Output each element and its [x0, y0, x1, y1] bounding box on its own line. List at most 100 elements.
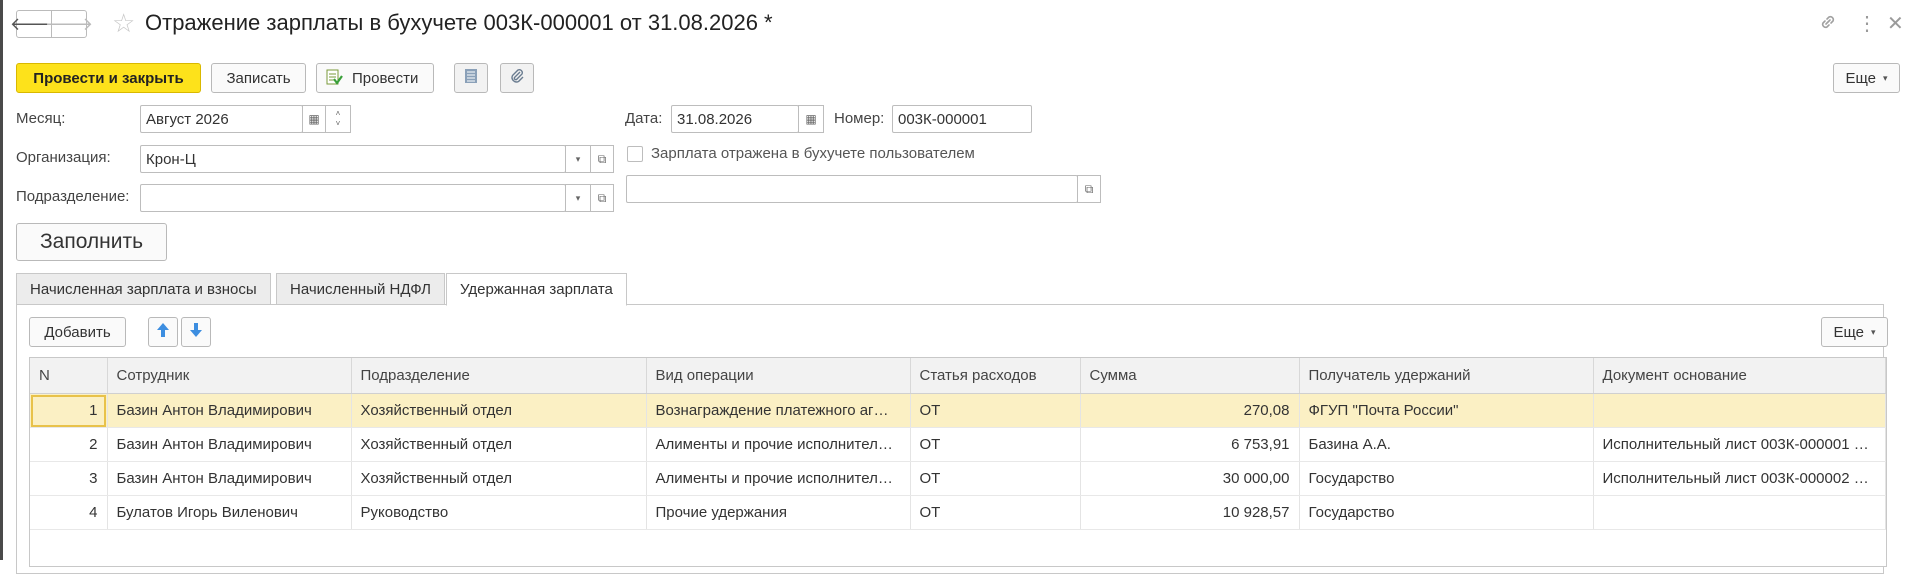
column-header-operation-type[interactable]: Вид операции — [646, 358, 911, 394]
favorite-star-icon[interactable]: ☆ — [112, 9, 135, 37]
column-header-n[interactable]: N — [30, 358, 108, 394]
arrow-down-icon — [189, 322, 203, 342]
more-menu-button[interactable]: Еще ▾ — [1833, 63, 1900, 93]
post-button[interactable]: Провести — [316, 63, 434, 93]
recipient-cell[interactable]: Государство — [1299, 461, 1594, 496]
column-header-basis-document[interactable]: Документ основание — [1593, 358, 1886, 394]
operation-type-cell[interactable]: Алименты и прочие исполнител… — [646, 427, 911, 462]
dropdown-arrow-icon: ▾ — [575, 153, 581, 164]
amount-cell[interactable]: 6 753,91 — [1080, 427, 1300, 462]
list-report-icon — [464, 68, 478, 88]
operation-type-cell[interactable]: Прочие удержания — [646, 495, 911, 530]
posted-by-user-label: Зарплата отражена в бухучете пользовател… — [651, 145, 975, 162]
row-number[interactable]: 4 — [30, 495, 108, 530]
link-icon[interactable] — [1818, 12, 1838, 38]
move-up-button[interactable] — [148, 317, 178, 347]
basis-document-cell[interactable]: Исполнительный лист 003К-000002 … — [1593, 461, 1886, 496]
column-header-department[interactable]: Подразделение — [351, 358, 647, 394]
attachments-button[interactable] — [500, 63, 534, 93]
column-header-amount[interactable]: Сумма — [1080, 358, 1300, 394]
amount-cell[interactable]: 270,08 — [1080, 393, 1300, 428]
month-stepper[interactable]: ˄ ˅ — [325, 105, 351, 133]
report-button[interactable] — [454, 63, 488, 93]
calendar-icon: ▦ — [308, 112, 320, 126]
arrow-right-icon: 🡒 — [44, 13, 94, 34]
window-left-border — [0, 0, 3, 560]
department-label: Подразделение: — [16, 188, 130, 205]
row-number[interactable]: 1 — [30, 393, 108, 428]
tab-withheld-salary[interactable]: Удержанная зарплата — [446, 273, 627, 306]
table-row[interactable]: 1 Базин Антон Владимирович Хозяйственный… — [30, 393, 1886, 428]
date-field[interactable]: 31.08.2026 — [671, 105, 799, 133]
department-cell[interactable]: Хозяйственный отдел — [351, 461, 647, 496]
column-header-expense-item[interactable]: Статья расходов — [910, 358, 1081, 394]
date-label: Дата: — [625, 110, 663, 127]
row-number[interactable]: 3 — [30, 461, 108, 496]
employee-cell[interactable]: Булатов Игорь Виленович — [107, 495, 352, 530]
dropdown-arrow-icon: ▾ — [575, 192, 581, 203]
department-dropdown-button[interactable]: ▾ — [565, 184, 591, 212]
department-cell[interactable]: Руководство — [351, 495, 647, 530]
arrow-up-icon — [156, 322, 170, 342]
column-header-employee[interactable]: Сотрудник — [107, 358, 352, 394]
open-window-icon: ⧉ — [1084, 181, 1094, 196]
close-icon[interactable]: ✕ — [1887, 12, 1904, 36]
number-field[interactable]: 003К-000001 — [892, 105, 1032, 133]
operation-type-cell[interactable]: Алименты и прочие исполнител… — [646, 461, 911, 496]
move-down-button[interactable] — [181, 317, 211, 347]
grid-more-menu-button[interactable]: Еще ▾ — [1821, 317, 1888, 347]
save-button[interactable]: Записать — [211, 63, 306, 93]
basis-document-cell[interactable]: Исполнительный лист 003К-000001 … — [1593, 427, 1886, 462]
employee-cell[interactable]: Базин Антон Владимирович — [107, 393, 352, 428]
expense-item-cell[interactable]: ОТ — [910, 461, 1081, 496]
posted-by-user-checkbox[interactable] — [627, 146, 643, 162]
open-window-icon: ⧉ — [597, 151, 607, 166]
date-calendar-button[interactable]: ▦ — [798, 105, 824, 133]
responsible-open-button[interactable]: ⧉ — [1077, 175, 1101, 203]
table-header-row: N Сотрудник Подразделение Вид операции С… — [30, 358, 1886, 394]
employee-cell[interactable]: Базин Антон Владимирович — [107, 461, 352, 496]
paperclip-icon — [509, 68, 525, 88]
department-open-button[interactable]: ⧉ — [590, 184, 614, 212]
expense-item-cell[interactable]: ОТ — [910, 427, 1081, 462]
forward-button[interactable]: 🡒 — [45, 10, 93, 38]
responsible-field[interactable] — [626, 175, 1078, 203]
add-row-button[interactable]: Добавить — [29, 317, 126, 347]
operation-type-cell[interactable]: Вознаграждение платежного аг… — [646, 393, 911, 428]
organization-field[interactable]: Крон-Ц — [140, 145, 566, 173]
stepper-up-icon: ˄ — [335, 109, 341, 118]
column-header-recipient[interactable]: Получатель удержаний — [1299, 358, 1594, 394]
recipient-cell[interactable]: Базина А.А. — [1299, 427, 1594, 462]
expense-item-cell[interactable]: ОТ — [910, 393, 1081, 428]
amount-cell[interactable]: 10 928,57 — [1080, 495, 1300, 530]
tab-accrued-salary[interactable]: Начисленная зарплата и взносы — [16, 273, 271, 305]
more-menu-label: Еще — [1845, 69, 1876, 87]
department-cell[interactable]: Хозяйственный отдел — [351, 393, 647, 428]
table-row[interactable]: 3 Базин Антон Владимирович Хозяйственный… — [30, 461, 1886, 496]
month-label: Месяц: — [16, 110, 66, 127]
department-cell[interactable]: Хозяйственный отдел — [351, 427, 647, 462]
row-number[interactable]: 2 — [30, 427, 108, 462]
tab-accrued-ndfl[interactable]: Начисленный НДФЛ — [276, 273, 445, 305]
number-label: Номер: — [834, 110, 885, 127]
more-vertical-icon[interactable]: ⋮ — [1857, 12, 1877, 36]
basis-document-cell[interactable] — [1593, 495, 1886, 530]
department-field[interactable] — [140, 184, 566, 212]
organization-open-button[interactable]: ⧉ — [590, 145, 614, 173]
withheld-salary-table: N Сотрудник Подразделение Вид операции С… — [29, 357, 1887, 567]
month-field[interactable]: Август 2026 — [140, 105, 303, 133]
organization-dropdown-button[interactable]: ▾ — [565, 145, 591, 173]
recipient-cell[interactable]: ФГУП "Почта России" — [1299, 393, 1594, 428]
month-calendar-button[interactable]: ▦ — [302, 105, 326, 133]
open-window-icon: ⧉ — [597, 190, 607, 205]
employee-cell[interactable]: Базин Антон Владимирович — [107, 427, 352, 462]
organization-label: Организация: — [16, 149, 111, 166]
recipient-cell[interactable]: Государство — [1299, 495, 1594, 530]
basis-document-cell[interactable] — [1593, 393, 1886, 428]
expense-item-cell[interactable]: ОТ — [910, 495, 1081, 530]
amount-cell[interactable]: 30 000,00 — [1080, 461, 1300, 496]
table-row[interactable]: 2 Базин Антон Владимирович Хозяйственный… — [30, 427, 1886, 462]
post-and-close-button[interactable]: Провести и закрыть — [16, 63, 201, 93]
table-row[interactable]: 4 Булатов Игорь Виленович Руководство Пр… — [30, 495, 1886, 530]
fill-button[interactable]: Заполнить — [16, 223, 167, 261]
